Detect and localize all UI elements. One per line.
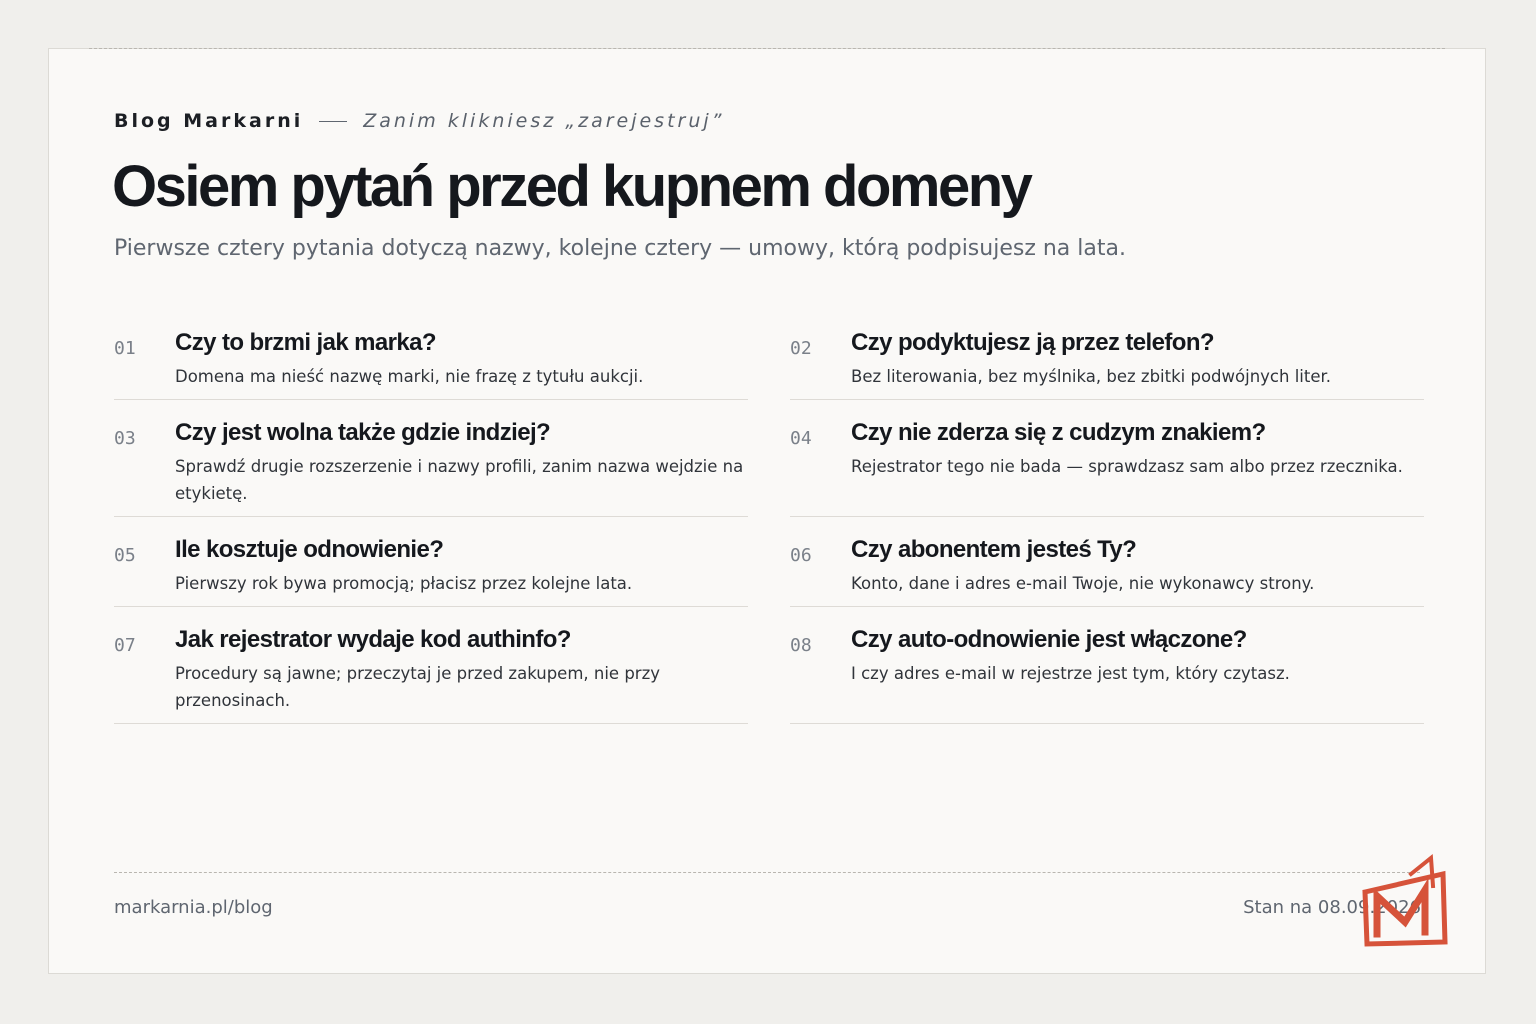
kicker-dash xyxy=(319,120,348,122)
question-item: 04 Czy nie zderza się z cudzym znakiem? … xyxy=(790,405,1424,517)
markarnia-m-logo-icon xyxy=(1362,854,1448,947)
question-item: 03 Czy jest wolna także gdzie indziej? S… xyxy=(114,405,748,517)
question-description: Konto, dane i adres e-mail Twoje, nie wy… xyxy=(851,574,1315,593)
question-description: Procedury są jawne; przeczytaj je przed … xyxy=(175,664,661,710)
page-lede: Pierwsze cztery pytania dotyczą nazwy, k… xyxy=(114,236,1126,261)
question-number: 07 xyxy=(114,635,136,656)
question-title: Czy auto-odnowienie jest włączone? xyxy=(851,626,1247,653)
blog-url-link[interactable]: markarnia.pl/blog xyxy=(114,893,273,923)
question-item: 07 Jak rejestrator wydaje kod authinfo? … xyxy=(114,612,748,724)
question-number: 06 xyxy=(790,545,812,566)
question-item: 05 Ile kosztuje odnowienie? Pierwszy rok… xyxy=(114,522,748,607)
question-item: 08 Czy auto-odnowienie jest włączone? I … xyxy=(790,612,1424,724)
question-number: 03 xyxy=(114,428,136,449)
top-divider xyxy=(89,48,1445,49)
question-description: Rejestrator tego nie bada — sprawdzasz s… xyxy=(851,457,1403,476)
question-number: 08 xyxy=(790,635,812,656)
question-title: Jak rejestrator wydaje kod authinfo? xyxy=(175,626,571,653)
question-number: 04 xyxy=(790,428,812,449)
question-number: 01 xyxy=(114,338,136,359)
question-number: 02 xyxy=(790,338,812,359)
bottom-divider xyxy=(114,872,1420,873)
question-description: Pierwszy rok bywa promocją; płacisz prze… xyxy=(175,574,633,593)
question-title: Czy to brzmi jak marka? xyxy=(175,329,437,356)
question-description: I czy adres e-mail w rejestrze jest tym,… xyxy=(851,664,1290,683)
question-description: Sprawdź drugie rozszerzenie i nazwy prof… xyxy=(175,457,744,503)
question-title: Czy jest wolna także gdzie indziej? xyxy=(175,419,551,446)
blog-name: Blog Markarni xyxy=(114,110,304,132)
question-title: Czy abonentem jesteś Ty? xyxy=(851,536,1137,563)
question-title: Czy nie zderza się z cudzym znakiem? xyxy=(851,419,1266,446)
question-title: Czy podyktujesz ją przez telefon? xyxy=(851,329,1215,356)
page-title: Osiem pytań przed kupnem domeny xyxy=(112,154,1033,219)
series-name: Zanim klikniesz „zarejestruj” xyxy=(363,110,725,132)
question-item: 02 Czy podyktujesz ją przez telefon? Bez… xyxy=(790,315,1424,400)
question-item: 01 Czy to brzmi jak marka? Domena ma nie… xyxy=(114,315,748,400)
article-card: Blog Markarni Zanim klikniesz „zarejestr… xyxy=(48,48,1486,974)
logo-letter xyxy=(1373,877,1429,938)
question-number: 05 xyxy=(114,545,136,566)
question-description: Domena ma nieść nazwę marki, nie frazę z… xyxy=(175,367,644,386)
kicker: Blog Markarni Zanim klikniesz „zarejestr… xyxy=(114,109,725,133)
question-item: 06 Czy abonentem jesteś Ty? Konto, dane … xyxy=(790,522,1424,607)
question-title: Ile kosztuje odnowienie? xyxy=(175,536,444,563)
question-description: Bez literowania, bez myślnika, bez zbitk… xyxy=(851,367,1332,386)
